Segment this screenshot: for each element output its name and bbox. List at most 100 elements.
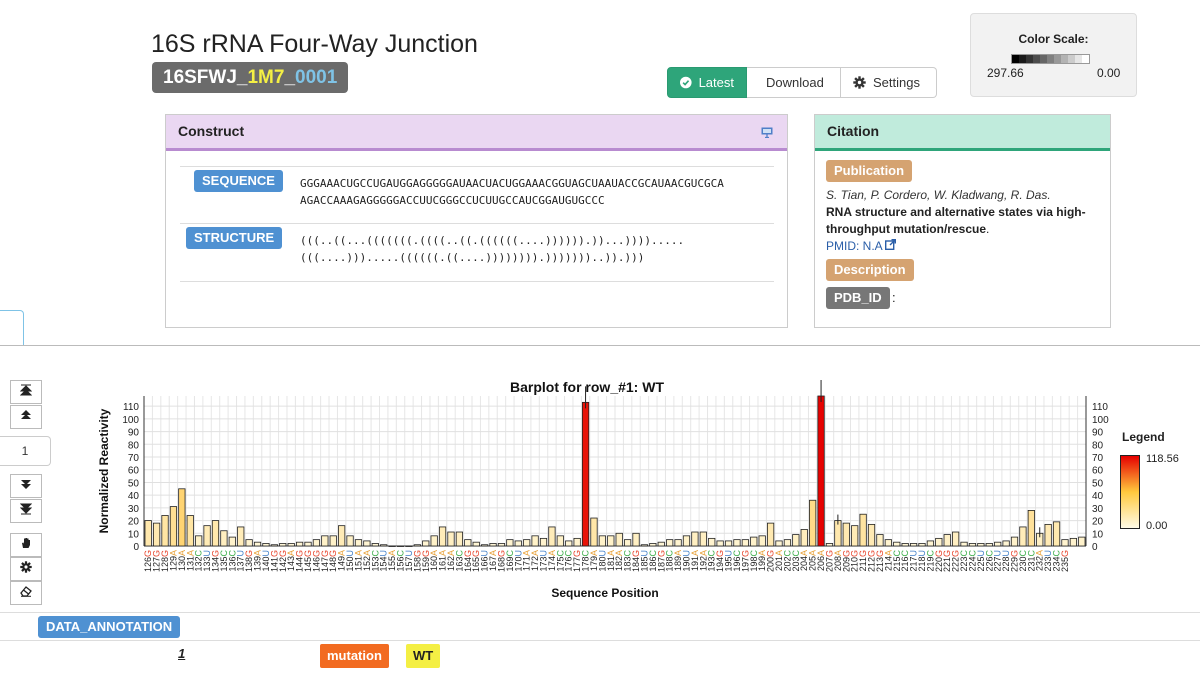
reactivity-bar: [287, 543, 295, 547]
reactivity-bar: [438, 526, 447, 547]
page-number-box[interactable]: 1: [0, 436, 51, 466]
annotation-divider-top: [0, 612, 1200, 613]
latest-button[interactable]: Latest: [667, 67, 747, 98]
y-tick-label-left: 110: [123, 402, 139, 413]
pan-tool-button[interactable]: [10, 533, 42, 557]
y-tick-label-left: 0: [133, 542, 139, 553]
y-tick-label-right: 110: [1092, 402, 1108, 413]
pmid-text: PMID: N.A: [826, 239, 883, 253]
publication-label: Publication: [826, 160, 913, 182]
reactivity-bar: [531, 535, 539, 547]
pmid-link[interactable]: PMID: N.A: [826, 238, 1106, 255]
reactivity-bar: [237, 526, 245, 547]
reactivity-bar: [977, 543, 985, 547]
entry-id-part: 1M7: [247, 67, 285, 88]
color-scale-swatch: [1019, 55, 1026, 63]
chart-settings-button[interactable]: [10, 557, 42, 581]
construct-divider: [180, 281, 774, 282]
construct-title: Construct: [178, 123, 245, 139]
download-button[interactable]: Download: [747, 67, 841, 98]
reactivity-bar: [657, 541, 665, 547]
reactivity-bar: [186, 515, 194, 547]
y-tick-label-left: 10: [128, 529, 140, 540]
color-scale-swatch: [1026, 55, 1033, 63]
structure-line: (((....))).....((((((.((....)))))))).)))…: [300, 251, 645, 264]
reactivity-bar: [295, 541, 304, 547]
construct-header: Construct: [166, 115, 787, 151]
y-tick-label-right: 50: [1092, 478, 1104, 489]
page-title: 16S rRNA Four-Way Junction: [151, 30, 478, 58]
color-scale-max: 0.00: [1097, 66, 1121, 80]
pdb-id-value: :: [892, 290, 896, 305]
mutation-tag: mutation: [320, 644, 389, 668]
scroll-bottom-button[interactable]: [10, 499, 42, 523]
color-scale-swatch: [1033, 55, 1040, 63]
data-annotation-label: DATA_ANNOTATION: [38, 616, 181, 638]
reactivity-bar: [1002, 540, 1010, 547]
entry-id-part: 0001: [295, 67, 338, 88]
reactivity-bar: [1078, 536, 1086, 547]
reactivity-bar: [859, 513, 867, 547]
reactivity-bar: [800, 529, 808, 547]
reactivity-bar: [270, 544, 278, 547]
sequence-text: GGGAAACUGCCUGAUGGAGGGGGAUAACUACUGGAAACGG…: [300, 175, 724, 209]
reactivity-bar: [396, 545, 405, 547]
download-label: Download: [766, 75, 824, 90]
color-scale-min: 297.66: [987, 66, 1024, 80]
double-down-icon: [21, 480, 31, 489]
reactivity-bar: [1069, 537, 1077, 547]
reactivity-bar: [573, 537, 581, 547]
reactivity-bar: [371, 543, 379, 547]
reactivity-bar: [321, 535, 329, 547]
app-root: 16S rRNA Four-Way Junction 16SFWJ_1M7_00…: [0, 0, 1200, 675]
scroll-top-button[interactable]: [10, 380, 42, 404]
entry-id-part: 16SFWJ_: [163, 67, 248, 88]
reactivity-bar: [455, 531, 464, 547]
structure-text: (((..((...(((((((.((((..((.((((((....)))…: [300, 232, 684, 266]
color-scale-swatch: [1012, 55, 1019, 63]
gear-icon: [853, 76, 866, 89]
reactivity-bar: [691, 531, 699, 547]
reactivity-bar: [750, 536, 758, 547]
scroll-up-button[interactable]: [10, 405, 42, 429]
reactivity-bar: [346, 535, 354, 547]
double-down-to-bottom-icon: [19, 503, 33, 515]
reactivity-bar: [464, 539, 472, 547]
reactivity-bar: [514, 540, 522, 547]
reactivity-bar: [548, 526, 556, 547]
y-tick-label-left: 30: [128, 504, 140, 515]
color-scale-swatch: [1075, 55, 1082, 63]
reactivity-bar: [607, 535, 615, 547]
y-tick-label-right: 70: [1092, 453, 1104, 464]
settings-button[interactable]: Settings: [841, 67, 937, 98]
reactivity-bar: [211, 520, 220, 547]
reactivity-bar: [539, 537, 548, 547]
color-scale-gradient: [1011, 54, 1090, 64]
reactivity-bar: [203, 525, 211, 547]
reactivity-bar: [733, 539, 741, 547]
entry-id-part: _: [284, 67, 296, 88]
reactivity-bar: [708, 537, 716, 547]
reactivity-bar: [809, 499, 817, 547]
eraser-button[interactable]: [10, 581, 42, 605]
reactivity-bar: [682, 535, 691, 547]
citation-header: Citation: [815, 115, 1110, 151]
monitor-icon[interactable]: [761, 127, 773, 138]
external-link-icon: [885, 239, 897, 251]
row-number-link[interactable]: 1: [178, 646, 185, 661]
reactivity-bar: [968, 543, 977, 547]
sequence-line: AGACCAAAGAGGGGGACCUUCGGGCCUCUUGCCAUCGGAU…: [300, 194, 605, 207]
y-tick-label-left: 80: [128, 440, 140, 451]
toolbar: Latest Download Settings: [667, 67, 937, 98]
reactivity-bar: [338, 525, 346, 547]
reactivity-bar: [253, 541, 262, 547]
structure-row: STRUCTURE (((..((...(((((((.((((..((.(((…: [180, 223, 774, 281]
reactivity-bar: [741, 539, 749, 547]
reactivity-bar: [354, 539, 363, 547]
reactivity-bar: [985, 543, 993, 547]
y-tick-label-left: 100: [122, 415, 139, 426]
reactivity-bar: [262, 543, 270, 547]
side-panel-tab[interactable]: [0, 310, 24, 346]
double-up-icon: [21, 410, 31, 419]
scroll-down-button[interactable]: [10, 474, 42, 498]
